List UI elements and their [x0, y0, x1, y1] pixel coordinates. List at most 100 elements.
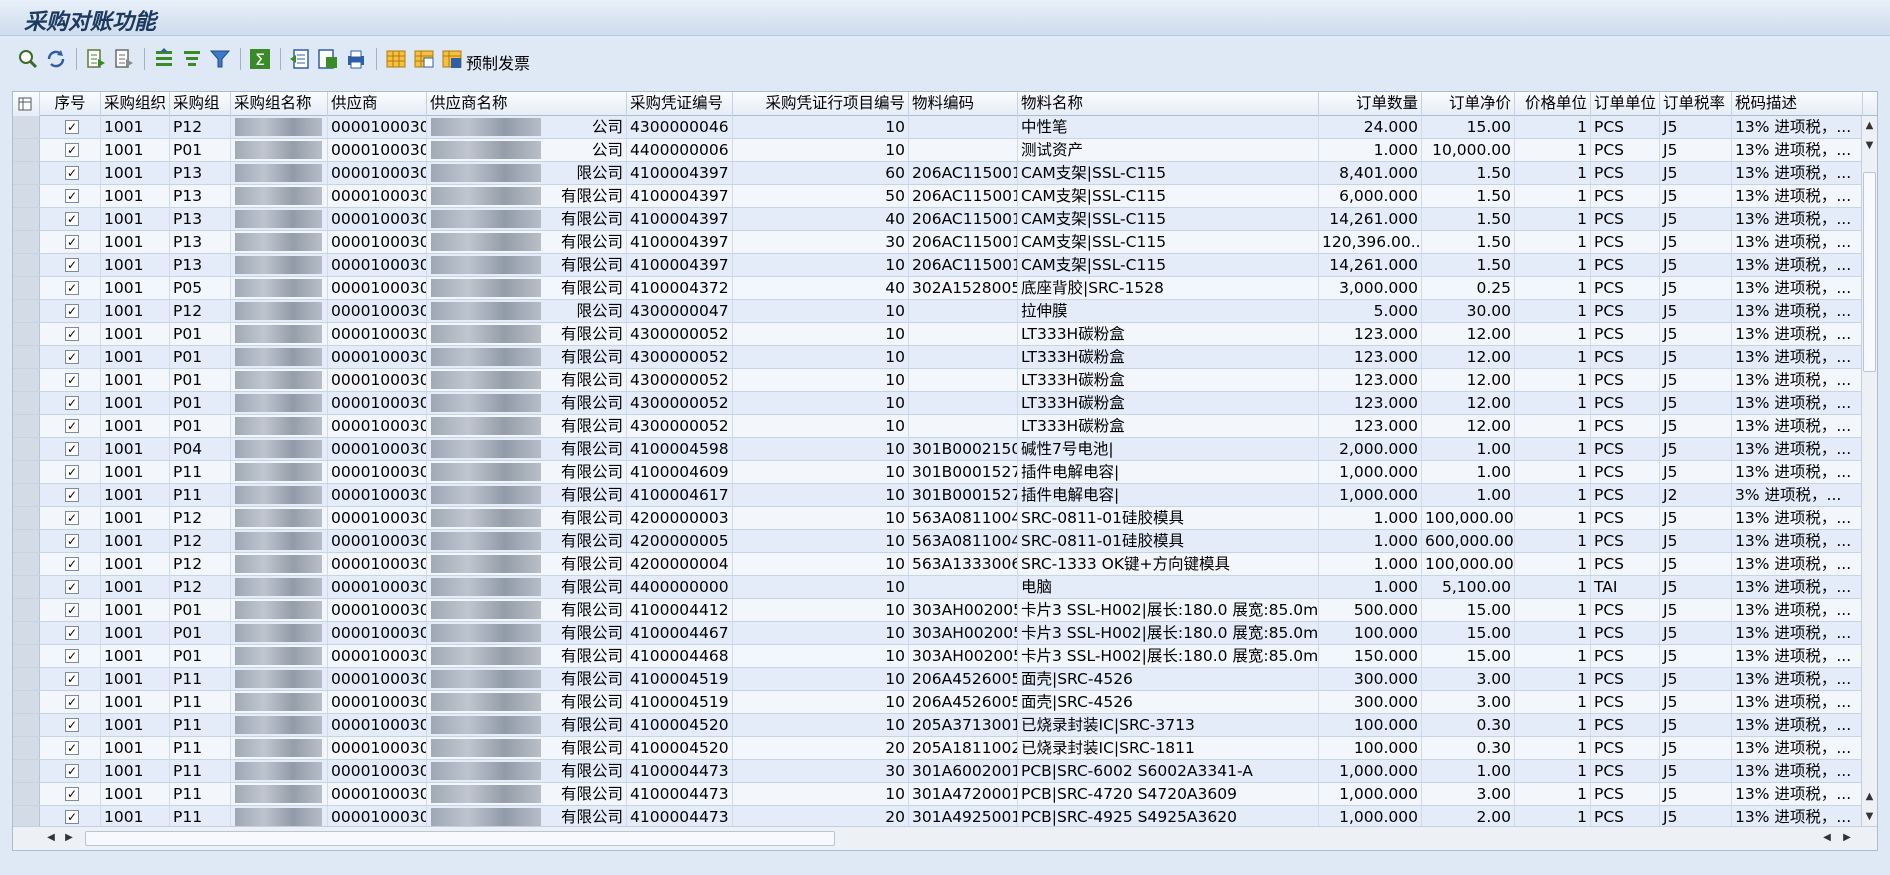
scroll-left-icon[interactable]: ◀ — [43, 830, 59, 846]
column-header[interactable]: 物料编码 — [909, 92, 1018, 116]
table-row[interactable]: ✓ 1001 P12 0000100030 有限公司 4200000003 10 563A08… — [13, 507, 1863, 530]
filter-icon[interactable] — [208, 47, 232, 71]
column-header[interactable]: 价格单位 — [1515, 92, 1591, 116]
column-header[interactable]: 订单数量 — [1319, 92, 1422, 116]
sort-descending-icon[interactable] — [180, 47, 204, 71]
vertical-scroll-thumb[interactable] — [1863, 172, 1876, 372]
table-row[interactable]: ✓ 1001 P13 0000100030 有限公司 4100004397 50 206AC1… — [13, 185, 1863, 208]
checkbox[interactable]: ✓ — [65, 327, 79, 341]
checkbox[interactable]: ✓ — [65, 741, 79, 755]
checkbox[interactable]: ✓ — [65, 235, 79, 249]
table-row[interactable]: ✓ 1001 P01 0000100030 有限公司 4300000052 10 LT333H… — [13, 323, 1863, 346]
checkbox[interactable]: ✓ — [65, 304, 79, 318]
scroll-up-icon[interactable]: ▲ — [1862, 118, 1877, 134]
row-selector[interactable] — [13, 323, 40, 345]
row-selector[interactable] — [13, 300, 40, 322]
layout-icon[interactable] — [384, 47, 408, 71]
scroll-left-end-icon[interactable]: ◀ — [1819, 830, 1835, 846]
scroll-down-bottom-icon[interactable]: ▼ — [1862, 809, 1877, 825]
row-checkbox-cell[interactable]: ✓ — [40, 484, 101, 506]
checkbox[interactable]: ✓ — [65, 580, 79, 594]
row-checkbox-cell[interactable]: ✓ — [40, 668, 101, 690]
table-row[interactable]: ✓ 1001 P11 0000100030 有限公司 4100004520 20 205A18… — [13, 737, 1863, 760]
row-checkbox-cell[interactable]: ✓ — [40, 162, 101, 184]
column-header[interactable]: 供应商名称 — [427, 92, 627, 116]
row-checkbox-cell[interactable]: ✓ — [40, 323, 101, 345]
row-checkbox-cell[interactable]: ✓ — [40, 599, 101, 621]
row-checkbox-cell[interactable]: ✓ — [40, 645, 101, 667]
row-selector[interactable] — [13, 622, 40, 644]
row-selector[interactable] — [13, 369, 40, 391]
row-selector[interactable] — [13, 783, 40, 805]
table-row[interactable]: ✓ 1001 P01 0000100030 有限公司 4300000052 10 LT333H… — [13, 369, 1863, 392]
checkbox[interactable]: ✓ — [65, 810, 79, 824]
table-row[interactable]: ✓ 1001 P04 0000100030 有限公司 4100004598 10 301B00… — [13, 438, 1863, 461]
row-selector[interactable] — [13, 277, 40, 299]
row-checkbox-cell[interactable]: ✓ — [40, 438, 101, 460]
row-selector[interactable] — [13, 553, 40, 575]
checkbox[interactable]: ✓ — [65, 787, 79, 801]
table-row[interactable]: ✓ 1001 P05 0000100030 有限公司 4100004372 40 302A15… — [13, 277, 1863, 300]
checkbox[interactable]: ✓ — [65, 442, 79, 456]
row-checkbox-cell[interactable]: ✓ — [40, 139, 101, 161]
table-row[interactable]: ✓ 1001 P01 0000100030 有限公司 4300000052 10 LT333H… — [13, 346, 1863, 369]
row-checkbox-cell[interactable]: ✓ — [40, 461, 101, 483]
row-selector[interactable] — [13, 392, 40, 414]
table-row[interactable]: ✓ 1001 P11 0000100030 有限公司 4100004617 10 301B00… — [13, 484, 1863, 507]
row-checkbox-cell[interactable]: ✓ — [40, 231, 101, 253]
column-header[interactable]: 订单净价 — [1422, 92, 1515, 116]
row-selector[interactable] — [13, 806, 40, 828]
table-row[interactable]: ✓ 1001 P13 0000100030 有限公司 4100004397 40 206AC1… — [13, 208, 1863, 231]
row-checkbox-cell[interactable]: ✓ — [40, 714, 101, 736]
column-header[interactable]: 采购组名称 — [231, 92, 328, 116]
table-row[interactable]: ✓ 1001 P11 0000100030 有限公司 4100004473 30 301A60… — [13, 760, 1863, 783]
row-selector[interactable] — [13, 668, 40, 690]
table-row[interactable]: ✓ 1001 P12 0000100030 有限公司 4400000000 10 电脑 1.00… — [13, 576, 1863, 599]
checkbox[interactable]: ✓ — [65, 695, 79, 709]
change-layout-icon[interactable] — [412, 47, 436, 71]
checkbox[interactable]: ✓ — [65, 143, 79, 157]
row-selector[interactable] — [13, 415, 40, 437]
sum-icon[interactable]: Σ — [248, 47, 272, 71]
table-row[interactable]: ✓ 1001 P01 0000100030 有限公司 4100004468 10 303AH0… — [13, 645, 1863, 668]
checkbox[interactable]: ✓ — [65, 626, 79, 640]
column-header[interactable]: 采购组织 — [101, 92, 170, 116]
checkbox[interactable]: ✓ — [65, 557, 79, 571]
row-selector[interactable] — [13, 576, 40, 598]
table-row[interactable]: ✓ 1001 P11 0000100030 有限公司 4100004609 10 301B00… — [13, 461, 1863, 484]
row-selector[interactable] — [13, 691, 40, 713]
checkbox[interactable]: ✓ — [65, 189, 79, 203]
column-header[interactable]: 订单税率 — [1660, 92, 1732, 116]
checkbox[interactable]: ✓ — [65, 603, 79, 617]
table-row[interactable]: ✓ 1001 P11 0000100030 有限公司 4100004473 10 301A47… — [13, 783, 1863, 806]
row-selector[interactable] — [13, 162, 40, 184]
table-row[interactable]: ✓ 1001 P01 0000100030 公司 4400000006 10 测试资产 1.00… — [13, 139, 1863, 162]
checkbox[interactable]: ✓ — [65, 534, 79, 548]
row-checkbox-cell[interactable]: ✓ — [40, 760, 101, 782]
table-row[interactable]: ✓ 1001 P01 0000100030 有限公司 4300000052 10 LT333H… — [13, 415, 1863, 438]
row-selector[interactable] — [13, 254, 40, 276]
row-checkbox-cell[interactable]: ✓ — [40, 277, 101, 299]
row-selector[interactable] — [13, 185, 40, 207]
column-header[interactable]: 订单单位 — [1591, 92, 1660, 116]
row-selector[interactable] — [13, 530, 40, 552]
row-checkbox-cell[interactable]: ✓ — [40, 783, 101, 805]
row-selector[interactable] — [13, 599, 40, 621]
row-checkbox-cell[interactable]: ✓ — [40, 576, 101, 598]
row-checkbox-cell[interactable]: ✓ — [40, 300, 101, 322]
checkbox[interactable]: ✓ — [65, 373, 79, 387]
table-row[interactable]: ✓ 1001 P01 0000100030 有限公司 4100004412 10 303AH0… — [13, 599, 1863, 622]
checkbox[interactable]: ✓ — [65, 212, 79, 226]
table-row[interactable]: ✓ 1001 P01 0000100030 有限公司 4100004467 10 303AH0… — [13, 622, 1863, 645]
export-icon[interactable] — [288, 47, 312, 71]
row-checkbox-cell[interactable]: ✓ — [40, 806, 101, 828]
vertical-scrollbar[interactable]: ▲ ▼ ▲ ▼ — [1861, 116, 1877, 827]
scroll-right-icon[interactable]: ▶ — [61, 830, 77, 846]
print-icon[interactable] — [344, 47, 368, 71]
deselect-all-icon[interactable] — [112, 47, 136, 71]
checkbox[interactable]: ✓ — [65, 396, 79, 410]
table-row[interactable]: ✓ 1001 P12 0000100030 有限公司 4200000004 10 563A13… — [13, 553, 1863, 576]
checkbox[interactable]: ✓ — [65, 258, 79, 272]
row-checkbox-cell[interactable]: ✓ — [40, 254, 101, 276]
save-layout-icon[interactable] — [440, 47, 464, 71]
